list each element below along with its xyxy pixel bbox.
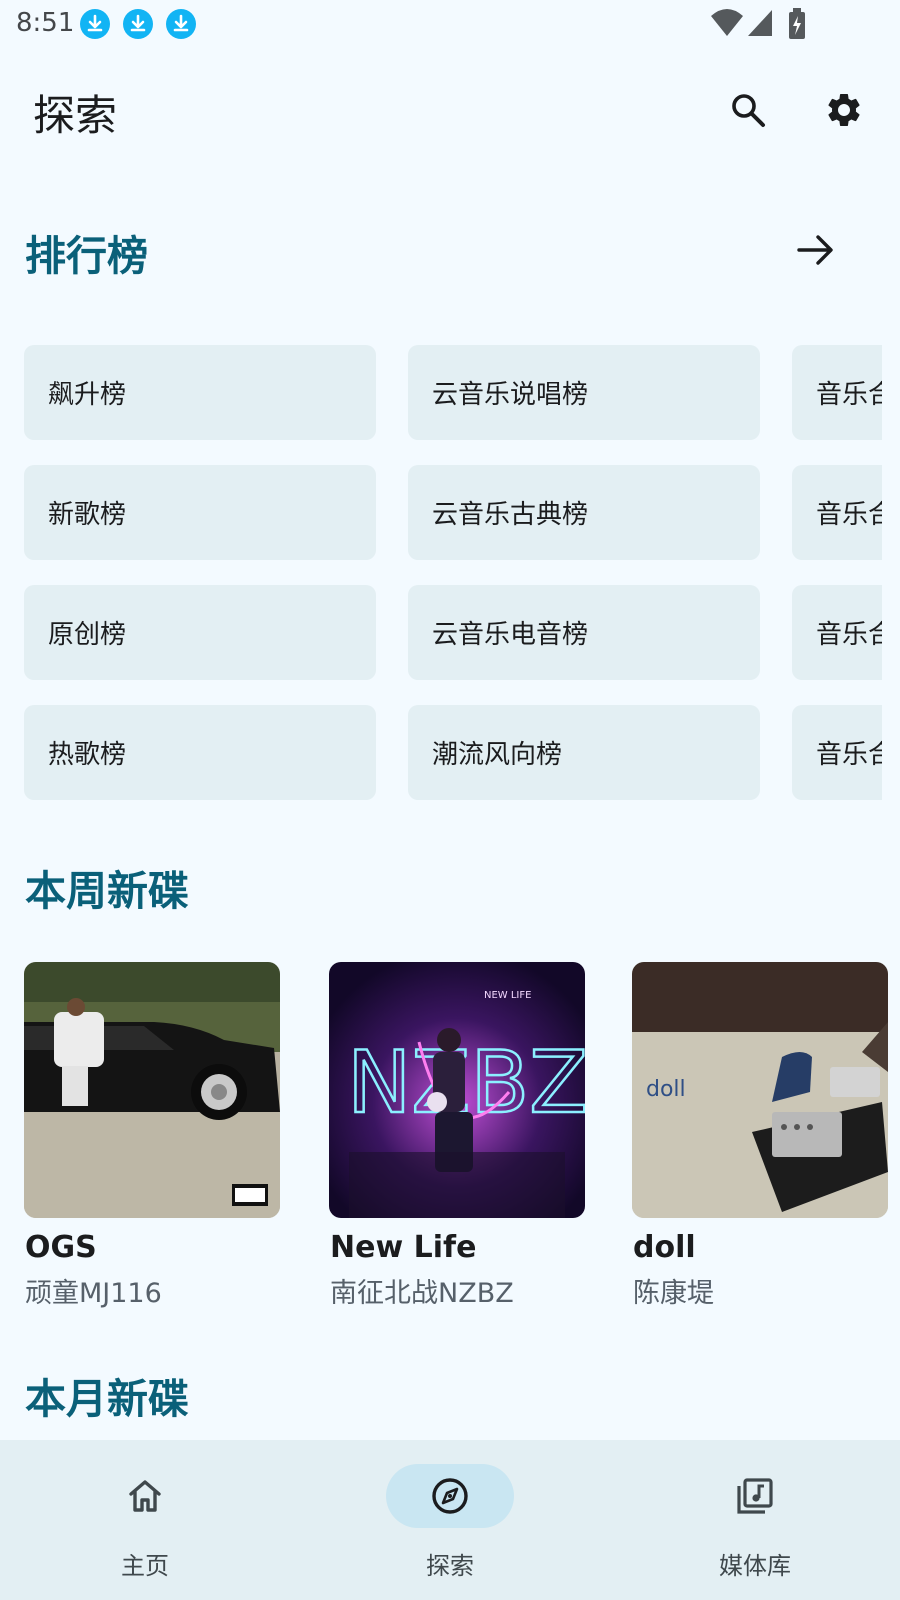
search-button[interactable] (718, 80, 778, 140)
album-artist: 陈康堤 (633, 1278, 714, 1309)
section-title-weekly: 本周新碟 (25, 867, 189, 915)
chart-chip[interactable]: 音乐合 (792, 465, 882, 560)
bottom-navigation: 主页 探索 媒体库 (0, 1440, 900, 1600)
cover-text-small: NEW LIFE (484, 990, 531, 1001)
home-icon (129, 1480, 161, 1512)
chart-chip[interactable]: 云音乐古典榜 (408, 465, 760, 560)
page-title: 探索 (33, 91, 118, 140)
chart-chip-label: 音乐合 (816, 380, 882, 410)
chart-chip-label: 音乐合 (816, 500, 882, 530)
chart-chip[interactable]: 音乐合 (792, 345, 882, 440)
chart-chip[interactable]: 云音乐电音榜 (408, 585, 760, 680)
chart-chip[interactable]: 云音乐说唱榜 (408, 345, 760, 440)
album-title: New Life (330, 1230, 477, 1265)
cell-signal-icon (748, 10, 772, 36)
album-cover: doll (632, 962, 888, 1218)
nav-label: 探索 (426, 1552, 474, 1580)
chart-chip-label: 热歌榜 (48, 740, 127, 770)
chart-chip-label: 音乐合 (816, 620, 882, 650)
download-icon (166, 9, 196, 39)
section-title-charts: 排行榜 (25, 232, 148, 280)
nav-label: 媒体库 (719, 1552, 791, 1580)
chart-chip[interactable]: 新歌榜 (24, 465, 376, 560)
album-artist: 南征北战NZBZ (330, 1278, 514, 1309)
download-icon (80, 9, 110, 39)
charts-more-button[interactable] (790, 225, 840, 275)
arrow-right-icon (797, 235, 833, 265)
nav-item-explore[interactable]: 探索 (350, 1440, 550, 1600)
download-icon (123, 9, 153, 39)
album-title: OGS (25, 1230, 97, 1265)
charts-grid: 飙升榜 新歌榜 原创榜 热歌榜 云音乐说唱榜 云音乐古典榜 云音乐电音榜 潮流风… (0, 330, 882, 800)
status-bar: 8:51 (0, 0, 900, 50)
chart-chip[interactable]: 音乐合 (792, 585, 882, 680)
album-title: doll (633, 1230, 696, 1265)
album-cover (24, 962, 280, 1218)
wifi-icon (711, 9, 743, 36)
album-cover: NEW LIFE NZBZ (329, 962, 585, 1218)
chart-chip-label: 飙升榜 (48, 380, 127, 410)
cover-text-doll: doll (646, 1077, 686, 1102)
chart-chip-label: 原创榜 (48, 620, 127, 650)
explore-icon (432, 1478, 468, 1514)
album-artist: 顽童MJ116 (25, 1278, 162, 1309)
chart-chip[interactable]: 热歌榜 (24, 705, 376, 800)
chart-chip[interactable]: 音乐合 (792, 705, 882, 800)
status-time: 8:51 (16, 8, 75, 38)
chart-chip-label: 云音乐电音榜 (432, 620, 589, 650)
chart-chip-label: 潮流风向榜 (432, 740, 563, 770)
gear-icon (828, 93, 860, 126)
nav-item-library[interactable]: 媒体库 (655, 1440, 855, 1600)
library-music-icon (737, 1478, 773, 1514)
section-title-monthly: 本月新碟 (25, 1375, 189, 1423)
nav-item-home[interactable]: 主页 (45, 1440, 245, 1600)
nav-label: 主页 (121, 1552, 169, 1580)
chart-chip-label: 新歌榜 (48, 500, 127, 530)
battery-charging-icon (789, 8, 805, 39)
chart-chip-label: 云音乐说唱榜 (432, 380, 589, 410)
search-icon (732, 94, 765, 127)
chart-chip[interactable]: 飙升榜 (24, 345, 376, 440)
top-app-bar: 探索 (0, 60, 900, 160)
chart-chip-label: 云音乐古典榜 (432, 500, 589, 530)
chart-chip[interactable]: 潮流风向榜 (408, 705, 760, 800)
settings-button[interactable] (814, 80, 874, 140)
chart-chip-label: 音乐合 (816, 740, 882, 770)
chart-chip[interactable]: 原创榜 (24, 585, 376, 680)
